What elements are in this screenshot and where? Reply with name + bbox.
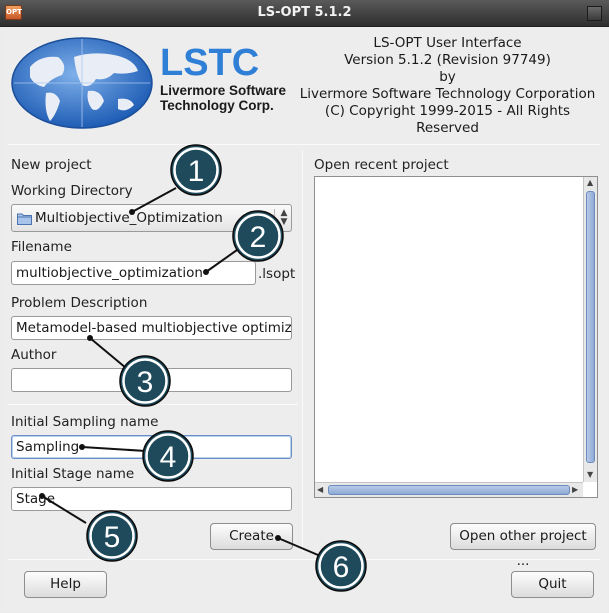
about-line3: by bbox=[439, 69, 456, 85]
close-icon[interactable] bbox=[587, 6, 602, 21]
title-bar: OPT LS-OPT 5.1.2 bbox=[0, 0, 609, 27]
working-directory-label: Working Directory bbox=[11, 183, 133, 199]
about-line5: (C) Copyright 1999-2015 - All Rights Res… bbox=[324, 103, 571, 136]
help-button[interactable]: Help bbox=[24, 571, 107, 598]
recent-project-list[interactable]: ▲ ▼ ◀ ▶ bbox=[314, 176, 598, 498]
filename-input[interactable]: multiobjective_optimization bbox=[11, 261, 256, 285]
about-info: LS-OPT User Interface Version 5.1.2 (Rev… bbox=[296, 35, 599, 137]
scroll-up-icon[interactable]: ▲ bbox=[587, 178, 593, 187]
scroll-right-icon[interactable]: ▶ bbox=[572, 485, 578, 494]
new-project-heading: New project bbox=[11, 157, 92, 173]
footer-divider bbox=[8, 559, 600, 560]
author-input[interactable] bbox=[11, 368, 292, 392]
author-label: Author bbox=[11, 347, 57, 363]
about-line2: Version 5.1.2 (Revision 97749) bbox=[344, 52, 551, 68]
scroll-down-icon[interactable]: ▼ bbox=[587, 470, 593, 479]
logo-line1: Livermore Software bbox=[160, 83, 287, 98]
quit-button[interactable]: Quit bbox=[511, 571, 594, 598]
logo-line2: Technology Corp. bbox=[160, 98, 274, 113]
sampling-name-label: Initial Sampling name bbox=[11, 414, 159, 430]
combo-separator bbox=[274, 209, 275, 229]
stage-name-label: Initial Stage name bbox=[11, 466, 135, 482]
filename-label: Filename bbox=[11, 239, 72, 255]
about-line4: Livermore Software Technology Corporatio… bbox=[299, 86, 596, 102]
vertical-scroll-thumb[interactable] bbox=[586, 191, 595, 463]
stage-name-input[interactable]: Stage bbox=[11, 487, 292, 511]
folder-icon bbox=[17, 213, 32, 225]
create-button[interactable]: Create bbox=[210, 523, 293, 550]
window-title: LS-OPT 5.1.2 bbox=[257, 5, 352, 20]
scroll-left-icon[interactable]: ◀ bbox=[317, 485, 323, 494]
vertical-scrollbar[interactable]: ▲ ▼ bbox=[583, 177, 597, 482]
about-line1: LS-OPT User Interface bbox=[373, 35, 522, 51]
panel-divider bbox=[302, 150, 303, 552]
updown-spin-icon[interactable]: ▲ ▼ bbox=[278, 209, 290, 229]
filename-extension: .lsopt bbox=[258, 266, 296, 282]
working-directory-value: Multiobjective_Optimization bbox=[35, 210, 223, 226]
logo-wordmark: LSTC bbox=[160, 42, 259, 84]
lstc-logo: LSTC Livermore Software Technology Corp. bbox=[10, 35, 300, 130]
recent-project-heading: Open recent project bbox=[314, 157, 449, 173]
globe-logo-icon: LSTC Livermore Software Technology Corp. bbox=[11, 37, 287, 129]
horizontal-scroll-thumb[interactable] bbox=[328, 485, 570, 495]
open-other-project-button[interactable]: Open other project ... bbox=[450, 523, 596, 569]
problem-description-label: Problem Description bbox=[11, 295, 148, 311]
header-divider bbox=[8, 144, 600, 145]
working-directory-combo[interactable]: Multiobjective_Optimization ▲ ▼ bbox=[11, 204, 292, 232]
problem-description-input[interactable]: Metamodel-based multiobjective optimiza bbox=[11, 316, 292, 340]
sampling-name-input[interactable]: Sampling bbox=[11, 435, 292, 459]
horizontal-scrollbar[interactable]: ◀ ▶ bbox=[315, 482, 583, 497]
left-section-divider bbox=[8, 404, 298, 405]
